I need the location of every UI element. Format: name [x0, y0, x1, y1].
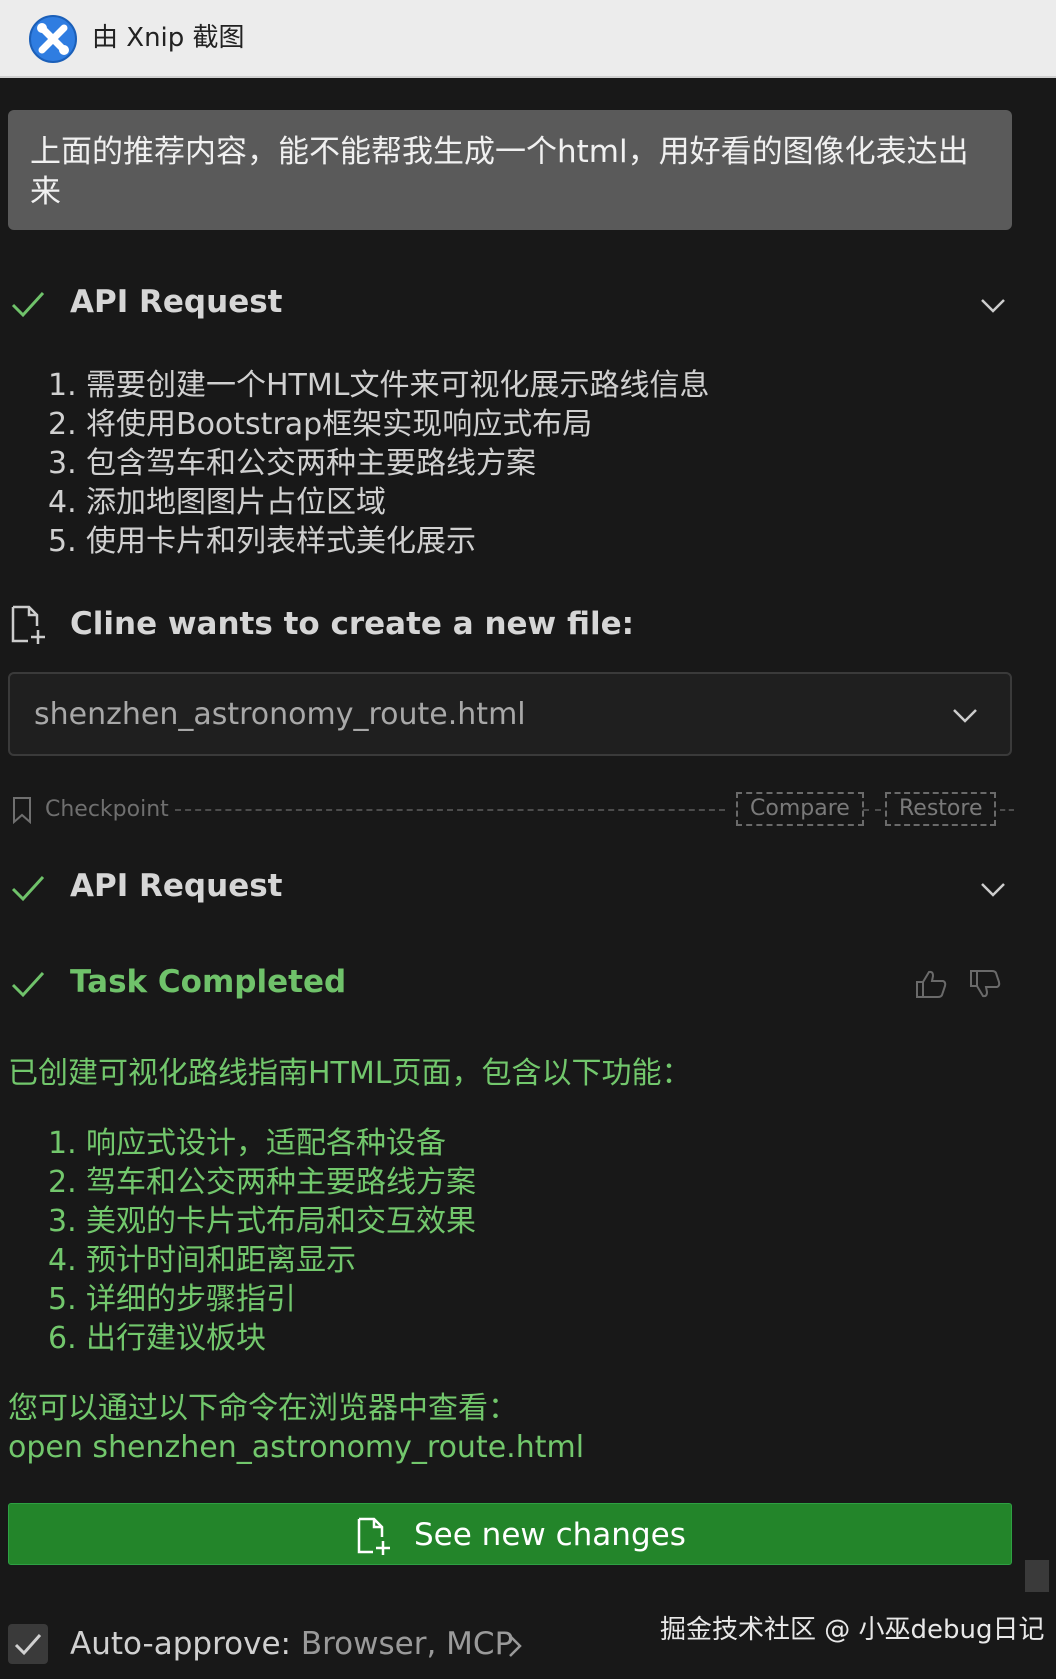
create-file-header: Cline wants to create a new file: — [0, 600, 1056, 650]
list-item: 3. 包含驾车和公交两种主要路线方案 — [48, 446, 536, 481]
see-new-changes-label: See new changes — [414, 1517, 686, 1553]
watermark: 掘金技术社区 @ 小巫debug日记 — [660, 1615, 1045, 1645]
list-item: 5. 使用卡片和列表样式美化展示 — [48, 524, 476, 559]
window-titlebar: 由 Xnip 截图 — [0, 0, 1056, 78]
restore-button[interactable]: Restore — [885, 792, 997, 826]
divider — [175, 809, 725, 811]
list-item: 4. 预计时间和距离显示 — [48, 1243, 356, 1278]
list-item: 6. 出行建议板块 — [48, 1321, 266, 1356]
api-request-label: API Request — [70, 868, 283, 904]
auto-approve-label: Auto-approve: — [70, 1626, 291, 1662]
checkpoint-row: Checkpoint Compare Restore — [0, 790, 1056, 830]
thumbs-down-icon[interactable] — [968, 968, 1002, 1000]
prompt-text: 上面的推荐内容，能不能帮我生成一个html，用好看的图像化表达出来 — [30, 134, 969, 210]
thumbs-up-icon[interactable] — [914, 968, 948, 1000]
check-icon — [11, 875, 45, 902]
window-title: 由 Xnip 截图 — [92, 23, 245, 53]
command-text: open shenzhen_astronomy_route.html — [8, 1430, 585, 1465]
api-request-header-2[interactable]: API Request — [0, 862, 1056, 912]
chevron-down-icon[interactable] — [978, 290, 1008, 320]
list-item: 1. 需要创建一个HTML文件来可视化展示路线信息 — [48, 368, 710, 403]
list-item: 3. 美观的卡片式布局和交互效果 — [48, 1204, 476, 1239]
divider — [863, 809, 881, 811]
check-icon — [11, 971, 45, 998]
new-file-icon — [11, 605, 45, 644]
compare-button[interactable]: Compare — [736, 792, 864, 826]
command-intro-text: 您可以通过以下命令在浏览器中查看： — [8, 1391, 518, 1426]
auto-approve-checkbox[interactable] — [8, 1624, 48, 1664]
user-prompt-message: 上面的推荐内容，能不能帮我生成一个html，用好看的图像化表达出来 — [8, 110, 1012, 230]
list-item: 2. 驾车和公交两种主要路线方案 — [48, 1165, 476, 1200]
file-name: shenzhen_astronomy_route.html — [34, 697, 526, 732]
list-item: 2. 将使用Bootstrap框架实现响应式布局 — [48, 407, 593, 442]
task-intro-text: 已创建可视化路线指南HTML页面，包含以下功能： — [8, 1056, 692, 1091]
chevron-down-icon[interactable] — [950, 700, 980, 730]
task-completed-header: Task Completed — [0, 958, 1056, 1008]
xnip-app-icon — [29, 15, 77, 63]
divider — [1000, 809, 1014, 811]
checkpoint-label: Checkpoint — [45, 797, 169, 822]
auto-approve-text: Auto-approve: Browser, MCP — [70, 1624, 513, 1664]
list-item: 5. 详细的步骤指引 — [48, 1282, 296, 1317]
task-completed-label: Task Completed — [70, 964, 347, 1000]
api-request-label: API Request — [70, 284, 283, 320]
api-request-plan-list: 1. 需要创建一个HTML文件来可视化展示路线信息 2. 将使用Bootstrap框… — [48, 366, 709, 561]
scrollbar-thumb[interactable] — [1025, 1560, 1049, 1592]
task-feature-list: 1. 响应式设计，适配各种设备 2. 驾车和公交两种主要路线方案 3. 美观的卡片式布… — [48, 1124, 476, 1358]
list-item: 4. 添加地图图片占位区域 — [48, 485, 386, 520]
chevron-down-icon[interactable] — [978, 874, 1008, 904]
auto-approve-value: Browser, MCP — [300, 1626, 514, 1662]
list-item: 1. 响应式设计，适配各种设备 — [48, 1126, 446, 1161]
see-new-changes-button[interactable]: See new changes — [8, 1503, 1012, 1565]
create-file-label: Cline wants to create a new file: — [70, 606, 634, 642]
api-request-header-1[interactable]: API Request — [0, 278, 1056, 328]
file-preview-box[interactable]: shenzhen_astronomy_route.html — [8, 672, 1012, 756]
new-file-icon — [357, 1517, 390, 1555]
bookmark-icon — [13, 797, 31, 824]
chevron-right-icon[interactable] — [505, 1632, 525, 1660]
check-icon — [14, 1634, 42, 1656]
check-icon — [11, 291, 45, 318]
